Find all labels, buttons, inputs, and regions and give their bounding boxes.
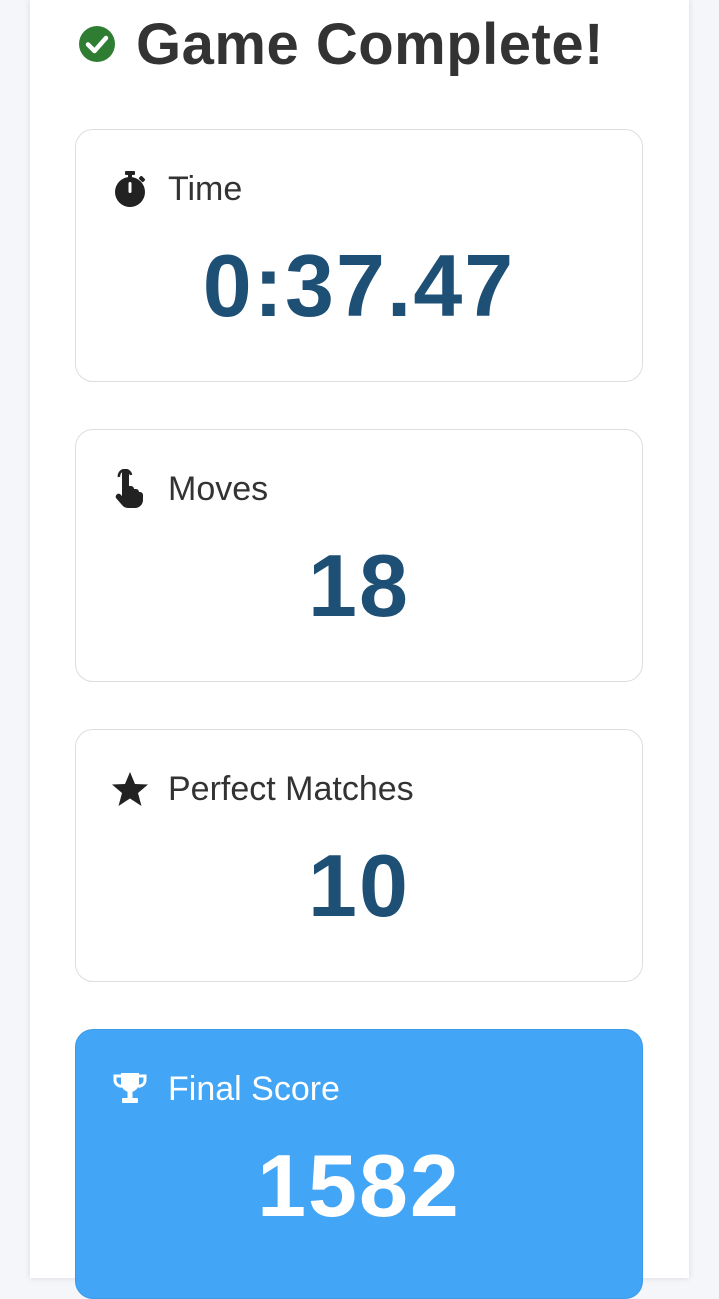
pointing-hand-icon — [110, 469, 150, 509]
page-title: Game Complete! — [136, 11, 604, 77]
check-circle-icon — [78, 25, 116, 63]
final-score-label: Final Score — [168, 1069, 340, 1108]
stopwatch-icon — [110, 169, 150, 209]
game-complete-header: Game Complete! — [78, 11, 604, 77]
moves-value: 18 — [308, 536, 410, 635]
perfect-matches-label: Perfect Matches — [168, 769, 414, 808]
final-score-card: Final Score 1582 — [75, 1029, 643, 1299]
trophy-icon — [110, 1069, 150, 1109]
final-score-value: 1582 — [257, 1136, 461, 1235]
moves-label: Moves — [168, 469, 269, 508]
time-card: Time 0:37.47 — [75, 129, 643, 382]
time-label: Time — [168, 169, 243, 208]
moves-card: Moves 18 — [75, 429, 643, 682]
time-value: 0:37.47 — [202, 236, 516, 335]
perfect-matches-card: Perfect Matches 10 — [75, 729, 643, 982]
perfect-matches-value: 10 — [308, 836, 410, 935]
star-icon — [110, 769, 150, 809]
